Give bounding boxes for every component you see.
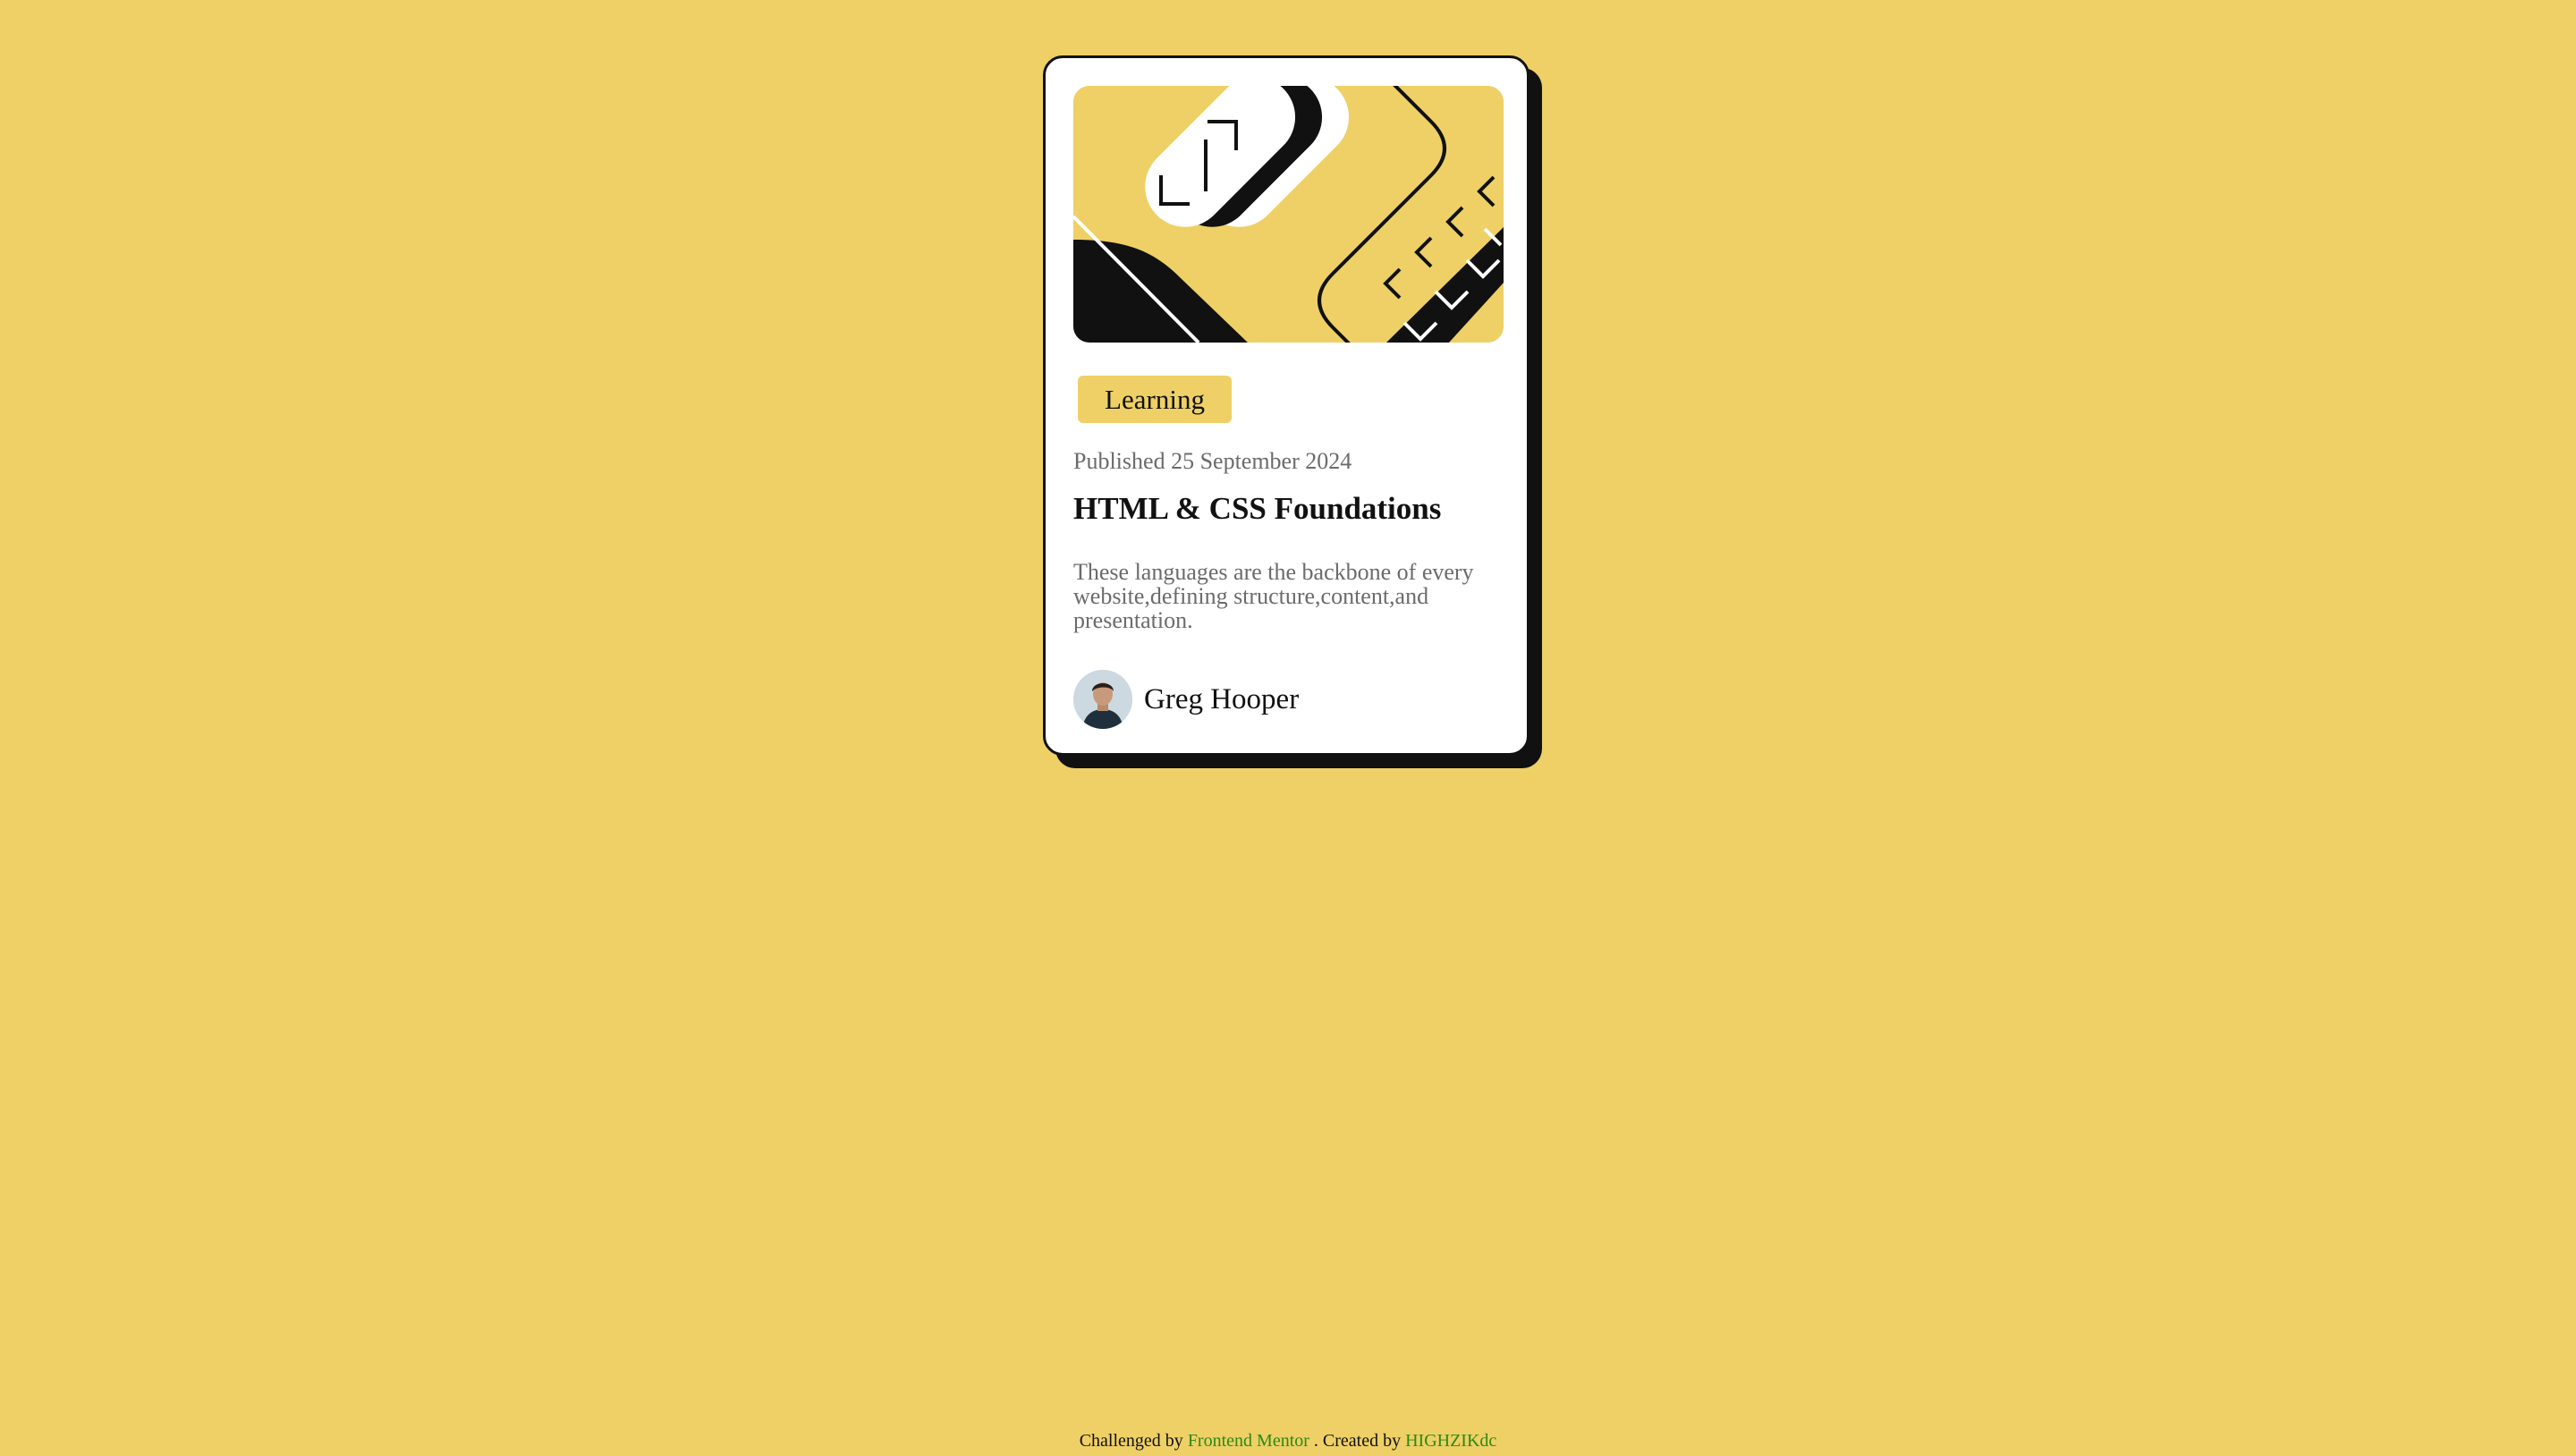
author: Greg Hooper bbox=[1073, 670, 1299, 729]
card-title[interactable]: HTML & CSS Foundations bbox=[1073, 491, 1441, 527]
attribution-middle: . Created by bbox=[1313, 1431, 1402, 1451]
blog-preview-card: Learning Published 25 September 2024 HTM… bbox=[1043, 55, 1530, 756]
frontend-mentor-link[interactable]: Frontend Mentor bbox=[1188, 1431, 1309, 1451]
publish-date: Published 25 September 2024 bbox=[1073, 448, 1352, 474]
category-tag: Learning bbox=[1078, 376, 1232, 423]
attribution: Challenged by Frontend Mentor . Created … bbox=[0, 1431, 2576, 1452]
author-name: Greg Hooper bbox=[1144, 682, 1300, 715]
author-avatar-icon bbox=[1073, 670, 1132, 729]
card-description: These languages are the backbone of ever… bbox=[1073, 559, 1474, 633]
hero-illustration bbox=[1073, 86, 1504, 343]
author-link[interactable]: HIGHZIKdc bbox=[1405, 1431, 1496, 1451]
attribution-prefix: Challenged by bbox=[1079, 1431, 1183, 1451]
page: Learning Published 25 September 2024 HTM… bbox=[0, 0, 2576, 1456]
